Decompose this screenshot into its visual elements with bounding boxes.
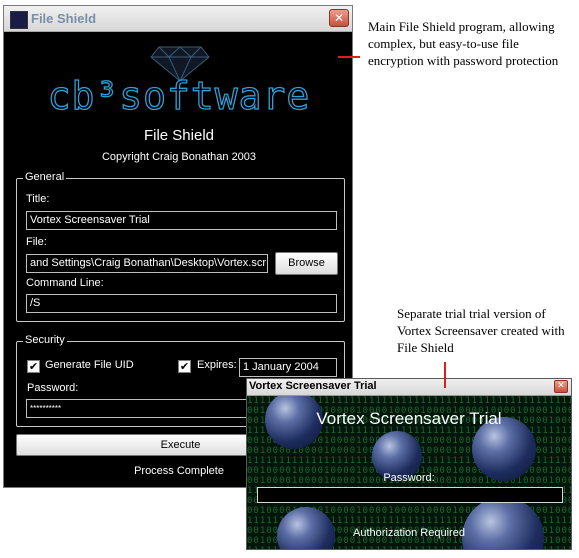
trial-window-title: Vortex Screensaver Trial: [249, 380, 377, 392]
annotation-main: Main File Shield program, allowing compl…: [368, 19, 559, 68]
copyright-text: Copyright Craig Bonathan 2003: [101, 151, 257, 163]
trial-title-bar[interactable]: Vortex Screensaver Trial ✕: [247, 379, 571, 396]
file-label: File:: [26, 236, 47, 248]
browse-button[interactable]: Browse: [275, 252, 338, 275]
trial-heading: Vortex Screensaver Trial: [316, 409, 502, 428]
expires-date-field[interactable]: 1 January 2004: [239, 358, 337, 377]
close-button[interactable]: ✕: [329, 9, 349, 27]
title-bar[interactable]: File Shield ✕: [4, 6, 352, 32]
title-label: Title:: [26, 193, 50, 205]
trial-window: 1111111111111111111111111111111111111111…: [246, 378, 572, 550]
password-label: Password:: [27, 382, 79, 394]
trial-close-button[interactable]: ✕: [554, 380, 568, 393]
trial-status-text: Authorization Required: [353, 527, 465, 539]
expires-label: Expires:: [197, 359, 237, 371]
trial-password-label: Password:: [383, 472, 435, 484]
security-legend: Security: [23, 334, 67, 346]
title-field[interactable]: Vortex Screensaver Trial: [26, 211, 337, 230]
general-legend: General: [23, 171, 67, 183]
command-line-field[interactable]: /S: [26, 294, 337, 313]
annotation-trial: Separate trial trial version of Vortex S…: [397, 306, 565, 355]
generate-uid-label: Generate File UID: [45, 359, 134, 371]
window-title: File Shield: [31, 11, 97, 26]
app-name: File Shield: [143, 127, 215, 144]
trial-password-input[interactable]: [257, 487, 563, 503]
generate-uid-checkbox[interactable]: ✔: [27, 360, 40, 373]
annotation-pointer: [338, 56, 360, 58]
app-icon: [10, 11, 28, 29]
command-line-label: Command Line:: [26, 277, 104, 289]
file-field[interactable]: and Settings\Craig Bonathan\Desktop\Vort…: [26, 254, 268, 273]
general-group: General Title: Vortex Screensaver Trial …: [16, 171, 345, 322]
expires-checkbox[interactable]: ✔: [178, 360, 191, 373]
company-logo: cb³software: [47, 73, 311, 118]
annotation-pointer: [444, 362, 446, 388]
